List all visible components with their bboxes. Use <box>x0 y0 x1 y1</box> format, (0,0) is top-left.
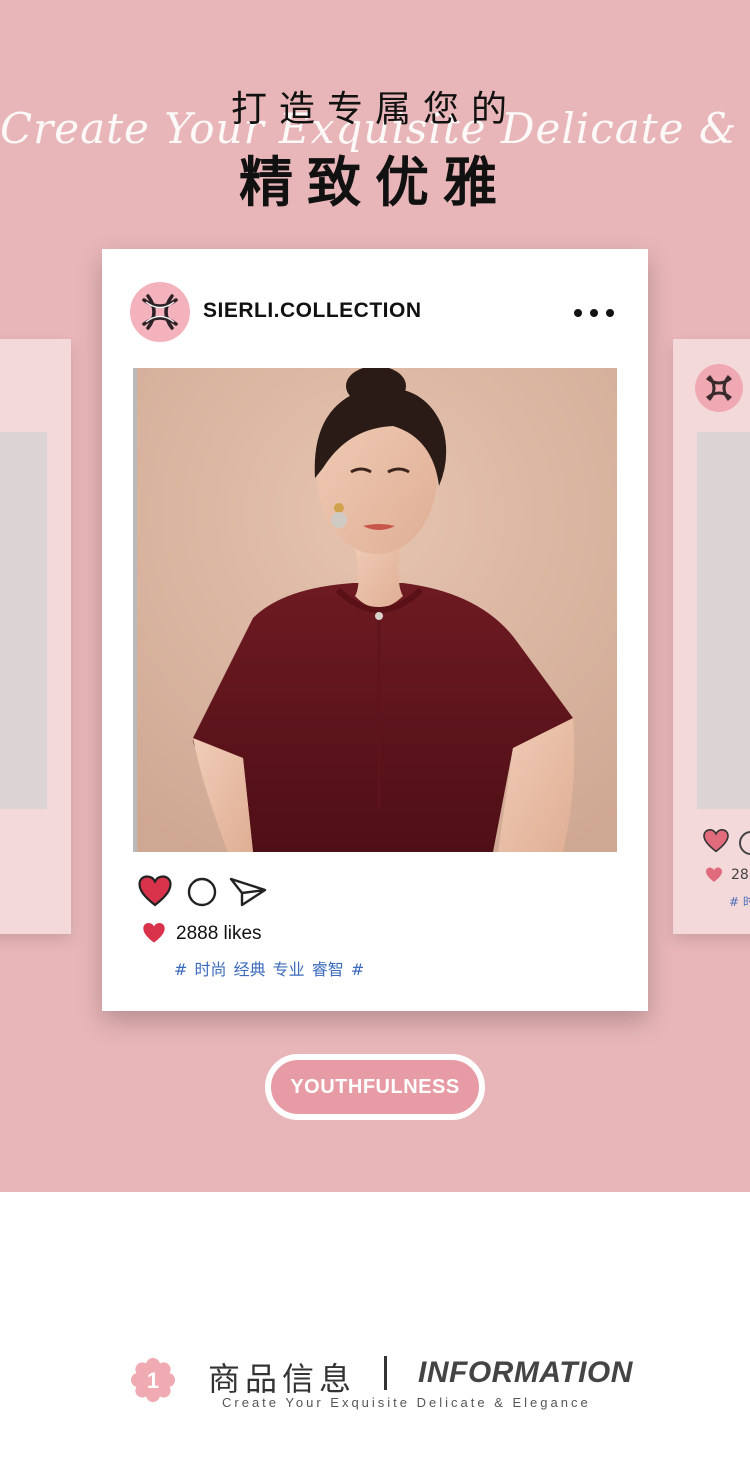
side-card-image-placeholder <box>0 432 47 809</box>
title-divider <box>384 1356 387 1390</box>
section-number: 1 <box>147 1368 159 1393</box>
section-title-cn: 商品信息 <box>208 1360 357 1398</box>
share-send-icon[interactable] <box>228 876 268 908</box>
side-card-image-placeholder <box>697 432 750 809</box>
likes-count[interactable]: 2888 likes <box>176 923 262 945</box>
small-heart-icon <box>706 867 722 882</box>
model-photo <box>133 368 617 852</box>
more-dots-icon <box>574 309 582 317</box>
like-heart-icon[interactable] <box>138 875 172 907</box>
side-card-right[interactable]: 288 # 时 <box>673 339 750 934</box>
headline-line2: 精致优雅 <box>239 151 511 214</box>
heart-icon <box>703 829 729 853</box>
flower-number-icon: 1 <box>131 1358 175 1402</box>
brand-logo-icon <box>142 294 178 330</box>
small-heart-icon <box>143 923 165 943</box>
post-username[interactable]: SIERLI.COLLECTION <box>203 299 422 323</box>
product-info-header: 1 商品信息 INFORMATION Create Your Exquisite… <box>0 1192 750 1461</box>
section-title-en: INFORMATION <box>418 1356 633 1389</box>
youthfulness-badge[interactable]: YOUTHFULNESS <box>265 1054 485 1120</box>
side-card-left[interactable] <box>0 339 71 934</box>
more-options-button[interactable] <box>574 301 614 325</box>
post-actions <box>138 875 278 909</box>
headline-line1: 打造专属您的 <box>230 89 519 130</box>
avatar[interactable] <box>130 282 190 342</box>
section-subtitle: Create Your Exquisite Delicate & Eleganc… <box>222 1395 591 1410</box>
hero-section: Create Your Exquisite Delicate & Eleganc… <box>0 0 750 1192</box>
brand-logo-icon <box>695 364 743 412</box>
post-image[interactable] <box>133 368 617 852</box>
post-card: SIERLI.COLLECTION 2888 likes # 时尚 经典 专业 … <box>102 249 648 1011</box>
hashtags[interactable]: # 时尚 经典 专业 睿智 # <box>174 956 364 980</box>
side-likes-text: 288 <box>731 867 750 883</box>
side-hashtags: # 时 <box>729 895 750 909</box>
comment-icon[interactable] <box>186 876 218 908</box>
comment-icon <box>739 831 750 855</box>
